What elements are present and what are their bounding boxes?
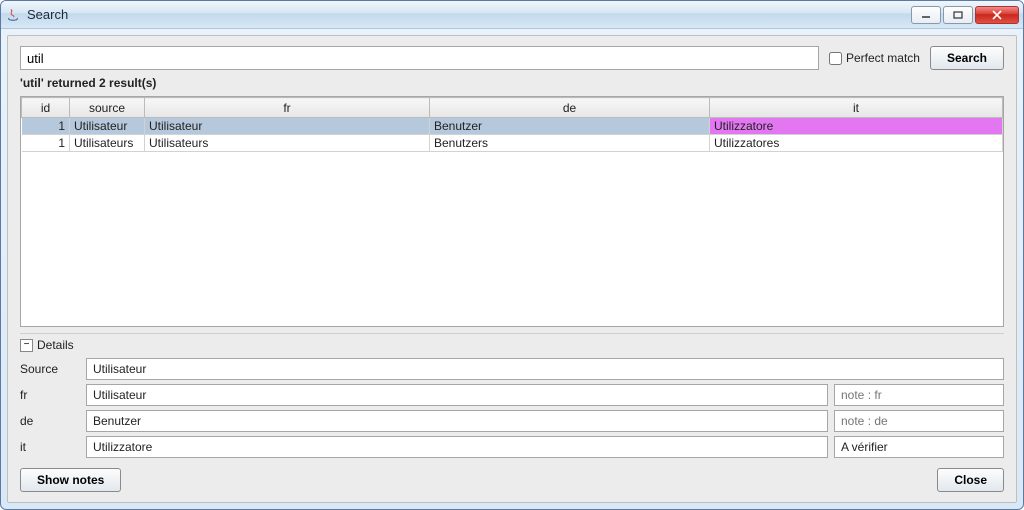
search-button[interactable]: Search <box>930 46 1004 70</box>
fr-field[interactable] <box>86 384 828 406</box>
close-button[interactable]: Close <box>937 468 1004 492</box>
minimize-button[interactable] <box>911 6 941 24</box>
col-source[interactable]: source <box>70 98 145 118</box>
col-de[interactable]: de <box>430 98 710 118</box>
fr-note-field[interactable] <box>834 384 1004 406</box>
cell-fr: Utilisateurs <box>145 135 430 152</box>
cell-de: Benutzer <box>430 118 710 135</box>
col-it[interactable]: it <box>710 98 1003 118</box>
table-row[interactable]: 1 Utilisateur Utilisateur Benutzer Utili… <box>22 118 1003 135</box>
cell-fr: Utilisateur <box>145 118 430 135</box>
table-header-row: id source fr de it <box>22 98 1003 118</box>
fr-label: fr <box>20 388 80 402</box>
perfect-match-checkbox[interactable] <box>829 52 842 65</box>
details-grid: Source fr de it <box>20 358 1004 458</box>
results-table-wrap: id source fr de it 1 Utilisateur Utilisa… <box>20 96 1004 327</box>
source-label: Source <box>20 362 80 376</box>
perfect-match-label: Perfect match <box>846 51 920 65</box>
cell-it: Utilizzatore <box>710 118 1003 135</box>
col-fr[interactable]: fr <box>145 98 430 118</box>
close-window-button[interactable] <box>975 6 1019 24</box>
java-icon <box>5 7 21 23</box>
details-header: − Details <box>20 333 1004 352</box>
cell-source: Utilisateurs <box>70 135 145 152</box>
results-table: id source fr de it 1 Utilisateur Utilisa… <box>21 97 1003 152</box>
it-field[interactable] <box>86 436 828 458</box>
table-empty-area <box>21 152 1003 326</box>
it-label: it <box>20 440 80 454</box>
perfect-match-option[interactable]: Perfect match <box>829 51 920 65</box>
window-title: Search <box>27 7 68 22</box>
titlebar: Search <box>1 1 1023 29</box>
cell-it: Utilizzatores <box>710 135 1003 152</box>
cell-id: 1 <box>22 118 70 135</box>
source-field[interactable] <box>86 358 1004 380</box>
cell-de: Benutzers <box>430 135 710 152</box>
de-note-field[interactable] <box>834 410 1004 432</box>
search-window: Search Perfect match Search 'util' retur… <box>0 0 1024 510</box>
result-status: 'util' returned 2 result(s) <box>20 76 1004 90</box>
maximize-button[interactable] <box>943 6 973 24</box>
show-notes-button[interactable]: Show notes <box>20 468 121 492</box>
col-id[interactable]: id <box>22 98 70 118</box>
de-field[interactable] <box>86 410 828 432</box>
it-note-field[interactable] <box>834 436 1004 458</box>
footer-row: Show notes Close <box>20 464 1004 492</box>
search-input[interactable] <box>20 46 819 70</box>
cell-source: Utilisateur <box>70 118 145 135</box>
de-label: de <box>20 414 80 428</box>
content-panel: Perfect match Search 'util' returned 2 r… <box>7 35 1017 503</box>
table-row[interactable]: 1 Utilisateurs Utilisateurs Benutzers Ut… <box>22 135 1003 152</box>
details-panel-label: Details <box>37 338 74 352</box>
search-row: Perfect match Search <box>20 46 1004 70</box>
cell-id: 1 <box>22 135 70 152</box>
collapse-icon[interactable]: − <box>20 339 33 352</box>
